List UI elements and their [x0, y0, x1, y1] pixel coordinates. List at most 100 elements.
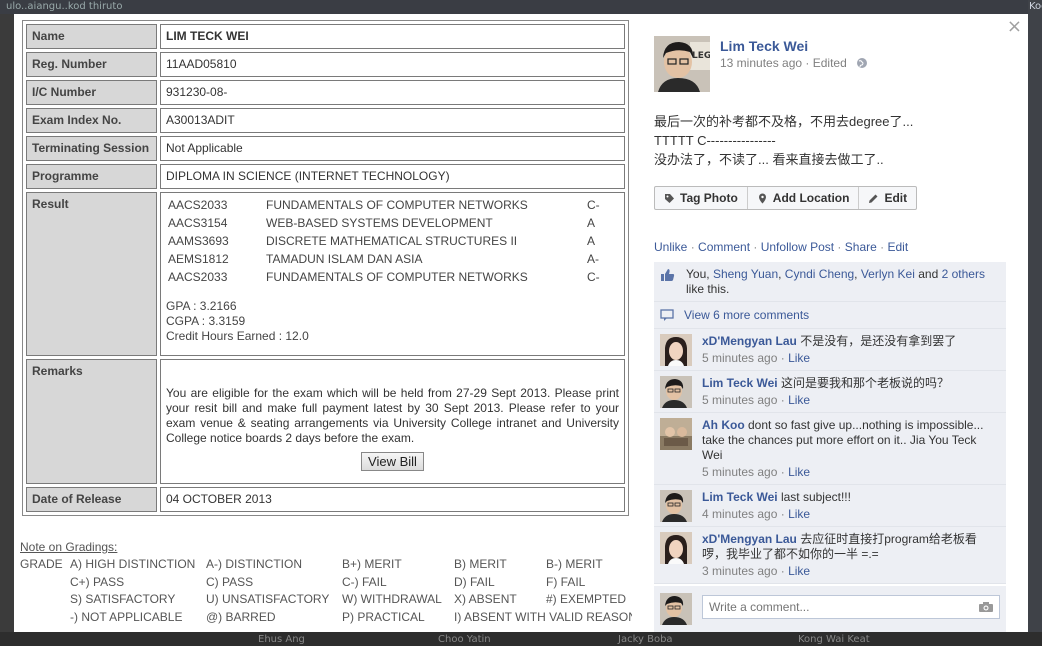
comment-like-link[interactable]: Like [788, 465, 810, 479]
camera-icon[interactable] [978, 601, 994, 613]
comment-meta: 5 minutes ago · Like [702, 351, 811, 365]
tag-icon [665, 193, 674, 203]
background-bottom-name: Kong Wai Keat [798, 634, 870, 645]
comment-text: 不是没有，是还没有拿到罢了 [800, 334, 957, 348]
slip-row: Programme DIPLOMA IN SCIENCE (INTERNET TE… [26, 164, 625, 189]
commenter-name[interactable]: Lim Teck Wei [702, 376, 778, 390]
comment-time[interactable]: 4 minutes ago [702, 507, 777, 521]
slip-label: Programme [26, 164, 157, 189]
comment-meta: 5 minutes ago · Like [702, 465, 811, 479]
background-bottom-name: Ehus Ang [258, 634, 305, 645]
view-bill-button[interactable]: View Bill [361, 452, 424, 471]
comment-item: Lim Teck Wei 这问是要我和那个老板说的吗？ 5 minutes ag… [654, 371, 1006, 413]
comment-time[interactable]: 5 minutes ago [702, 393, 777, 407]
likes-suffix: like this. [686, 282, 730, 296]
grade-item: B) MERIT [454, 557, 507, 571]
tag-photo-button[interactable]: Tag Photo [655, 187, 748, 209]
gpa-text: GPA : 3.2166 [166, 299, 237, 313]
comment-link[interactable]: Comment [698, 240, 750, 254]
course-row: AACS2033 FUNDAMENTALS OF COMPUTER NETWORK… [166, 269, 619, 287]
grading-row: GRADE A) HIGH DISTINCTION A-) DISTINCTIO… [20, 557, 632, 575]
course-row: AACS2033 FUNDAMENTALS OF COMPUTER NETWORK… [166, 197, 619, 215]
comment-meta: 3 minutes ago · Like [702, 564, 811, 578]
slip-label: I/C Number [26, 80, 157, 105]
comment-time[interactable]: 3 minutes ago [702, 564, 777, 578]
share-link[interactable]: Share [845, 240, 877, 254]
liker-link[interactable]: Sheng Yuan [713, 267, 778, 281]
edit-link[interactable]: Edit [887, 240, 908, 254]
commenter-avatar[interactable] [660, 490, 692, 522]
comment-text: last subject!!! [780, 490, 851, 504]
commenter-name[interactable]: xD'Mengyan Lau [702, 334, 797, 348]
unfollow-post-link[interactable]: Unfollow Post [761, 240, 834, 254]
background-bottom-strip: Ehus Ang Choo Yatin Jacky Boba Kong Wai … [0, 632, 1042, 646]
slip-row: Terminating Session Not Applicable [26, 136, 625, 161]
likes-you: You, [686, 267, 710, 281]
edit-button[interactable]: Edit [859, 187, 916, 209]
grade-item: U) UNSATISFACTORY [206, 592, 330, 606]
view-more-comments[interactable]: View 6 more comments [654, 302, 1006, 329]
post-edited[interactable]: Edited [813, 56, 847, 70]
course-title: FUNDAMENTALS OF COMPUTER NETWORKS [266, 198, 528, 212]
liker-link[interactable]: Cyndi Cheng [785, 267, 854, 281]
grade-item: D) FAIL [454, 574, 495, 589]
comment-like-link[interactable]: Like [788, 393, 810, 407]
course-code: AACS2033 [168, 198, 228, 212]
release-label: Date of Release [26, 487, 157, 512]
course-grade: A [587, 234, 596, 248]
tag-photo-label: Tag Photo [680, 191, 738, 205]
slip-value: 11AAD05810 [160, 52, 625, 77]
post-text-line: TTTTT C---------------- [654, 133, 776, 148]
feedback-section: You, Sheng Yuan, Cyndi Cheng, Verlyn Kei… [654, 262, 1006, 584]
slip-row: I/C Number 931230-08- [26, 80, 625, 105]
add-location-button[interactable]: Add Location [748, 187, 860, 209]
comment-item: Ah Koo dont so fast give up...nothing is… [654, 413, 1006, 485]
course-code: AACS3154 [168, 216, 228, 230]
commenter-avatar[interactable] [660, 376, 692, 408]
course-row: AACS3154 WEB-BASED SYSTEMS DEVELOPMENT A [166, 215, 619, 233]
comment-like-link[interactable]: Like [788, 507, 810, 521]
commenter-avatar[interactable] [660, 334, 692, 366]
slip-label: Name [26, 24, 157, 49]
comment-item: Lim Teck Wei last subject!!! 4 minutes a… [654, 485, 1006, 527]
comment-like-link[interactable]: Like [788, 564, 810, 578]
grade-item: A) HIGH DISTINCTION [70, 557, 196, 571]
background-top-strip: ulo..aiangu..kod thiruto [0, 0, 1042, 14]
view-more-comments-label: View 6 more comments [684, 308, 810, 322]
comment-bubble-icon [660, 308, 674, 321]
grade-item: I) ABSENT WITH VALID REASON [454, 609, 632, 624]
slip-label: Terminating Session [26, 136, 157, 161]
author-name[interactable]: Lim Teck Wei [720, 38, 808, 54]
grading-row: C+) PASS C) PASS C-) FAIL D) FAIL F) FAI… [20, 575, 632, 593]
author-avatar[interactable]: LEG [654, 36, 710, 92]
likes-others-link[interactable]: 2 others [942, 267, 985, 281]
background-left-edge [0, 14, 14, 634]
commenter-name[interactable]: Lim Teck Wei [702, 490, 778, 504]
photo-stage[interactable]: Name LIM TECK WEI Reg. Number 11AAD05810 I… [14, 14, 632, 632]
post-time[interactable]: 13 minutes ago [720, 56, 802, 70]
comment-body: Lim Teck Wei 这问是要我和那个老板说的吗？ 5 minutes ag… [702, 376, 949, 408]
commenter-avatar[interactable] [660, 532, 692, 564]
liker-link[interactable]: Verlyn Kei [861, 267, 915, 281]
commenter-avatar[interactable] [660, 418, 692, 450]
post-text-line: 没办法了，不读了... 看来直接去做工了.. [654, 152, 884, 167]
close-icon[interactable]: × [1007, 16, 1022, 37]
comment-input[interactable] [702, 595, 1000, 619]
result-cell: AACS2033 FUNDAMENTALS OF COMPUTER NETWORK… [160, 192, 625, 356]
globe-icon[interactable] [856, 57, 868, 69]
grade-item: P) PRACTICAL [342, 609, 425, 624]
likes-text: You, Sheng Yuan, Cyndi Cheng, Verlyn Kei… [686, 267, 985, 296]
cgpa-text: CGPA : 3.3159 [166, 314, 246, 328]
edit-label: Edit [884, 191, 908, 205]
comment-time[interactable]: 5 minutes ago [702, 351, 777, 365]
course-code: AACS2033 [168, 270, 228, 284]
commenter-name[interactable]: xD'Mengyan Lau [702, 532, 797, 546]
post-side-panel: × LEG Lim Teck Wei 13 minutes ago · Edit… [632, 14, 1028, 632]
unlike-link[interactable]: Unlike [654, 240, 687, 254]
slip-row-result: Result AACS2033 FUNDAMENTALS OF COMPUTER … [26, 192, 625, 356]
commenter-name[interactable]: Ah Koo [702, 418, 745, 432]
comment-like-link[interactable]: Like [788, 351, 810, 365]
slip-row: Exam Index No. A30013ADIT [26, 108, 625, 133]
comment-time[interactable]: 5 minutes ago [702, 465, 777, 479]
grade-item: S) SATISFACTORY [70, 592, 176, 606]
